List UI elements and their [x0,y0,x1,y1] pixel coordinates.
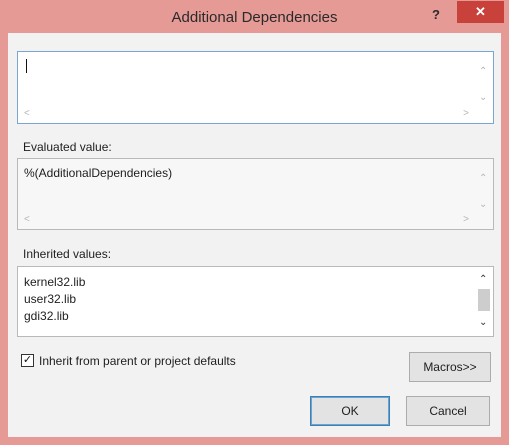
edit-vertical-scrollbar[interactable]: ⌃ ⌄ [475,52,493,105]
inherit-checkbox-label[interactable]: Inherit from parent or project defaults [39,354,236,368]
close-button[interactable]: ✕ [457,1,504,23]
evaluated-value-box: %(AdditionalDependencies) ⌃ ⌄ < > [17,158,494,230]
inherited-item: kernel32.lib [24,275,86,289]
evaluated-vertical-scrollbar[interactable]: ⌃ ⌄ [475,159,493,211]
inherited-item: user32.lib [24,292,77,306]
cancel-button[interactable]: Cancel [406,396,490,426]
chevron-up-icon[interactable]: ⌃ [479,274,487,286]
chevron-up-icon[interactable]: ⌃ [479,66,487,78]
help-button[interactable]: ? [423,4,449,26]
chevron-down-icon[interactable]: ⌄ [479,317,487,329]
title-bar[interactable]: Additional Dependencies ? ✕ [0,0,509,34]
inherited-vertical-scrollbar[interactable]: ⌃ ⌄ [475,267,493,336]
chevron-left-icon[interactable]: < [24,108,30,120]
evaluated-value-label: Evaluated value: [23,140,112,154]
chevron-right-icon[interactable]: > [463,214,469,226]
dialog-client-area: ⌃ ⌄ < > Evaluated value: %(AdditionalDep… [8,33,501,437]
evaluated-value-text: %(AdditionalDependencies) [24,166,173,180]
chevron-left-icon[interactable]: < [24,214,30,226]
dependencies-edit-box[interactable]: ⌃ ⌄ < > [17,51,494,124]
chevron-down-icon[interactable]: ⌄ [479,199,487,211]
chevron-down-icon[interactable]: ⌄ [479,92,487,104]
inherited-values-label: Inherited values: [23,247,112,261]
scroll-thumb[interactable] [478,289,490,311]
inherited-item: gdi32.lib [24,309,69,323]
dialog-window: Additional Dependencies ? ✕ ⌃ ⌄ < > Eval… [0,0,509,445]
text-caret [26,59,27,73]
chevron-up-icon[interactable]: ⌃ [479,173,487,185]
edit-horizontal-scrollbar[interactable]: < > [18,105,475,123]
inherit-checkbox[interactable]: ✓ [21,354,34,367]
macros-button[interactable]: Macros>> [409,352,491,382]
chevron-right-icon[interactable]: > [463,108,469,120]
ok-button[interactable]: OK [310,396,390,426]
inherited-values-list[interactable]: kernel32.lib user32.lib gdi32.lib ⌃ ⌄ [17,266,494,337]
evaluated-horizontal-scrollbar[interactable]: < > [18,211,475,229]
